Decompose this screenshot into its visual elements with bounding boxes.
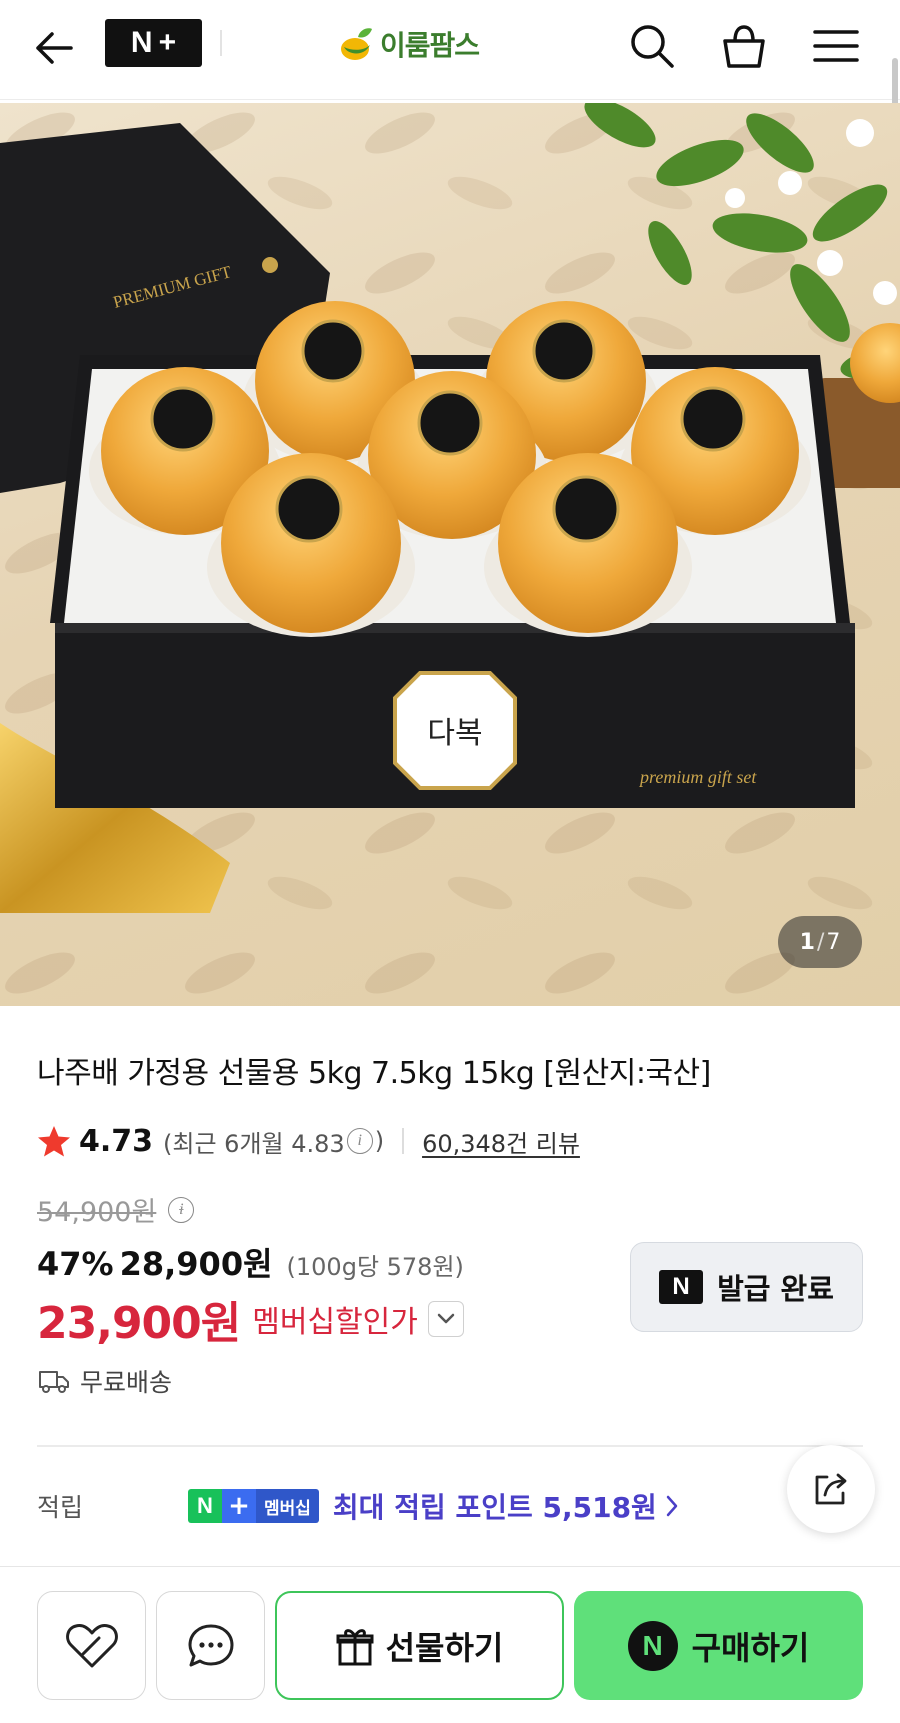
image-counter: 1 / 7 xyxy=(778,916,862,968)
original-price-row: 54,900원 i xyxy=(37,1190,196,1229)
wishlist-button[interactable] xyxy=(37,1591,146,1700)
gift-button-label: 선물하기 xyxy=(385,1628,504,1667)
product-title: 나주배 가정용 선물용 5kg 7.5kg 15kg [원산지:국산] xyxy=(37,1056,711,1091)
naver-pay-n-icon: N xyxy=(627,1620,678,1671)
unit-price: (100g당 578원) xyxy=(286,1253,464,1281)
section-divider xyxy=(37,1445,863,1447)
rating-value: 4.73 xyxy=(79,1123,154,1159)
discount-rate: 47% xyxy=(37,1245,114,1283)
rating-row: 4.73 (최근 6개월 4.83 i ) 60,348건 리뷰 xyxy=(37,1121,580,1161)
heart-icon xyxy=(65,1623,118,1667)
brand-leaf-icon xyxy=(341,28,372,60)
naver-n-icon: N xyxy=(659,1270,704,1304)
member-price-row: 23,900원 멤버십할인가 xyxy=(37,1287,464,1351)
recent-rating-text: (최근 6개월 4.83 xyxy=(163,1129,345,1158)
coupon-button-label: 발급 완료 xyxy=(717,1272,834,1306)
nplus-logo-plus: + xyxy=(158,26,177,59)
reviews-link[interactable]: 60,348건 리뷰 xyxy=(422,1124,580,1159)
hamburger-menu-icon xyxy=(813,30,859,62)
nplus-membership-badge: N + 멤버십 xyxy=(188,1489,319,1523)
nplus-logo-n: N xyxy=(130,26,153,59)
rating-divider xyxy=(402,1128,405,1154)
box-label-dabok: 다복 xyxy=(427,717,482,750)
member-price: 23,900원 xyxy=(37,1298,241,1349)
shipping-row: 무료배송 xyxy=(38,1363,172,1399)
brand-name: 이룸팜스 xyxy=(380,29,480,62)
recent-rating-close: ) xyxy=(374,1127,385,1155)
search-icon xyxy=(631,25,674,68)
store-brand[interactable]: 이룸팜스 xyxy=(338,22,480,66)
product-photo: PREMIUM GIFT 다복 premium gift set xyxy=(0,103,900,1006)
chevron-right-icon xyxy=(665,1494,679,1518)
header-divider xyxy=(220,30,222,56)
member-price-expand-button[interactable] xyxy=(427,1301,464,1337)
image-counter-total: 7 xyxy=(826,929,841,955)
buy-button-label: 구매하기 xyxy=(691,1628,810,1667)
np-badge-member: 멤버십 xyxy=(256,1489,319,1523)
cart-button[interactable] xyxy=(716,18,772,74)
star-icon xyxy=(38,1126,70,1157)
image-counter-separator: / xyxy=(816,929,825,955)
gift-icon xyxy=(336,1628,374,1665)
coupon-issued-button[interactable]: N 발급 완료 xyxy=(630,1242,863,1332)
gift-button[interactable]: 선물하기 xyxy=(275,1591,564,1700)
top-header: N + 이룸팜스 xyxy=(0,0,900,100)
arrow-left-icon xyxy=(36,32,73,64)
member-price-label: 멤버십할인가 xyxy=(252,1305,418,1340)
shipping-label: 무료배송 xyxy=(80,1368,173,1397)
nplus-logo[interactable]: N + xyxy=(105,19,202,67)
search-button[interactable] xyxy=(624,18,680,74)
np-badge-plus: + xyxy=(222,1489,256,1523)
recent-rating: (최근 6개월 4.83 i ) xyxy=(163,1124,384,1159)
sale-price-row: 47% 28,900원 (100g당 578원) xyxy=(37,1239,464,1285)
info-icon[interactable]: i xyxy=(346,1128,373,1154)
share-icon xyxy=(815,1473,847,1505)
sale-price: 28,900원 xyxy=(119,1245,273,1283)
truck-icon xyxy=(39,1371,69,1393)
price-info-icon[interactable]: i xyxy=(168,1196,195,1223)
chevron-down-icon xyxy=(437,1313,455,1324)
buy-button[interactable]: N 구매하기 xyxy=(574,1591,863,1700)
back-button[interactable] xyxy=(28,22,80,74)
np-badge-n: N xyxy=(188,1489,222,1523)
menu-button[interactable] xyxy=(808,18,864,74)
share-button[interactable] xyxy=(787,1445,875,1533)
product-image-gallery[interactable]: PREMIUM GIFT 다복 premium gift set 1 / 7 xyxy=(0,103,900,1006)
image-counter-current: 1 xyxy=(799,929,815,955)
chat-bubble-icon xyxy=(188,1624,233,1666)
points-link[interactable]: N + 멤버십 최대 적립 포인트 5,518원 xyxy=(188,1486,679,1526)
talk-button[interactable] xyxy=(156,1591,265,1700)
shopping-bag-icon xyxy=(723,25,765,68)
points-text: 최대 적립 포인트 5,518원 xyxy=(332,1491,657,1524)
bottom-action-bar: 선물하기 N 구매하기 xyxy=(0,1566,900,1723)
points-label: 적립 xyxy=(37,1493,84,1522)
original-price: 54,900원 xyxy=(37,1197,157,1228)
box-text-gift-set: premium gift set xyxy=(638,767,757,787)
